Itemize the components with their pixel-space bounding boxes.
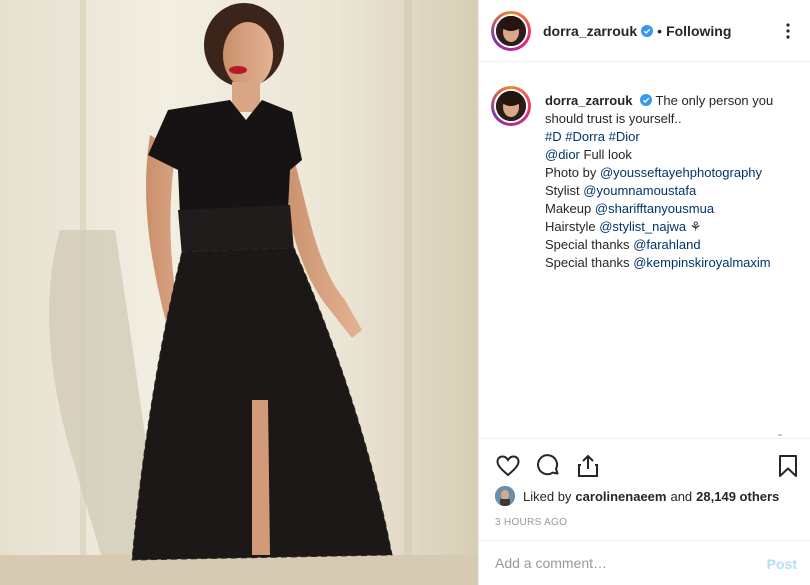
separator-dot: • — [657, 22, 663, 39]
caption: dorra_zarrouk The only person you should… — [491, 86, 797, 272]
caption-avatar-image — [496, 91, 526, 121]
likes-summary: Liked by carolinenaeem and 28,149 others — [495, 486, 779, 506]
mention-link[interactable]: @stylist_najwa — [599, 219, 686, 234]
share-icon[interactable] — [575, 453, 601, 479]
caption-stylist-prefix: Stylist — [545, 183, 580, 198]
mention-link[interactable]: @shariff​tanyousmua — [595, 201, 714, 216]
mention-link[interactable]: @farahland — [633, 237, 700, 252]
more-options-icon[interactable] — [779, 22, 797, 40]
like-heart-icon[interactable] — [495, 453, 521, 479]
post-photo[interactable]: D — [0, 0, 478, 585]
verified-badge-icon — [641, 24, 654, 37]
caption-thanks-line-2: Special thanks @kempinskiroyalmaxim — [545, 254, 773, 272]
hashtag-link[interactable]: #D — [545, 129, 562, 144]
hashtag-link[interactable]: #Dorra — [565, 129, 605, 144]
liker-avatar-image — [495, 486, 515, 506]
hashtag-link[interactable]: #Dior — [609, 129, 640, 144]
caption-text-2: should trust is yourself.. — [545, 111, 682, 126]
following-button[interactable]: Following — [666, 23, 731, 39]
caption-text: dorra_zarrouk The only person you should… — [545, 92, 773, 272]
avatar-image — [496, 15, 526, 46]
caption-makeup-prefix: Makeup — [545, 201, 592, 216]
likes-prefix: Liked by — [523, 488, 572, 504]
header-username[interactable]: dorra_zarrouk — [543, 23, 637, 39]
mention-link[interactable]: @youssef​tayehphotography — [600, 165, 762, 180]
caption-line-1: dorra_zarrouk The only person you — [545, 92, 773, 110]
bookmark-save-icon[interactable] — [775, 453, 801, 479]
caption-dior-suffix: Full look — [583, 147, 632, 162]
comment-input[interactable] — [495, 555, 745, 571]
caption-username[interactable]: dorra_zarrouk — [545, 93, 632, 108]
post-timestamp[interactable]: 3 HOURS AGO — [495, 517, 567, 528]
caption-story-ring[interactable] — [491, 86, 531, 126]
mention-link[interactable]: @kempinskiroyalmaxim — [633, 255, 770, 270]
mention-link[interactable]: @youmnamoustafa — [583, 183, 696, 198]
avatar[interactable] — [494, 13, 528, 48]
story-ring[interactable] — [491, 10, 531, 51]
caption-hashtags: #D #Dorra #Dior — [545, 128, 773, 146]
caption-photo-line: Photo by @youssef​tayehphotography — [545, 164, 773, 182]
post-sidebar: dorra_zarrouk • Following dorra_zarrouk … — [478, 0, 810, 585]
caption-photo-prefix: Photo by — [545, 165, 597, 180]
post-header: dorra_zarrouk • Following — [479, 0, 810, 62]
comment-icon[interactable] — [535, 453, 561, 479]
caption-avatar[interactable] — [494, 89, 528, 123]
caption-stylist-line: Stylist @youmnamoustafa — [545, 182, 773, 200]
liker-avatar[interactable] — [495, 486, 515, 506]
caption-thanks-prefix: Special thanks — [545, 237, 630, 252]
post-photo-illustration: D — [0, 0, 478, 585]
comment-bar: Post — [479, 540, 810, 585]
caption-hair-line: Hairstyle @stylist_najwa ⚘ — [545, 218, 773, 236]
liker-username[interactable]: carolinenaeem — [575, 489, 666, 504]
caption-makeup-line: Makeup @shariff​tanyousmua — [545, 200, 773, 218]
action-bar — [479, 438, 810, 488]
flower-emoji-icon: ⚘ — [689, 219, 702, 234]
caption-verified-badge-icon — [640, 94, 653, 106]
scroll-indicator — [778, 434, 782, 436]
post-comment-button[interactable]: Post — [767, 556, 797, 572]
caption-hair-prefix: Hairstyle — [545, 219, 596, 234]
caption-dior-line: @dior Full look — [545, 146, 773, 164]
mention-link[interactable]: @dior — [545, 147, 580, 162]
caption-thanks-prefix: Special thanks — [545, 255, 630, 270]
caption-thanks-line-1: Special thanks @farahland — [545, 236, 773, 254]
likes-middle: and — [670, 488, 693, 504]
likes-count[interactable]: 28,149 others — [696, 489, 779, 504]
caption-text-1: The only person you — [655, 93, 774, 108]
